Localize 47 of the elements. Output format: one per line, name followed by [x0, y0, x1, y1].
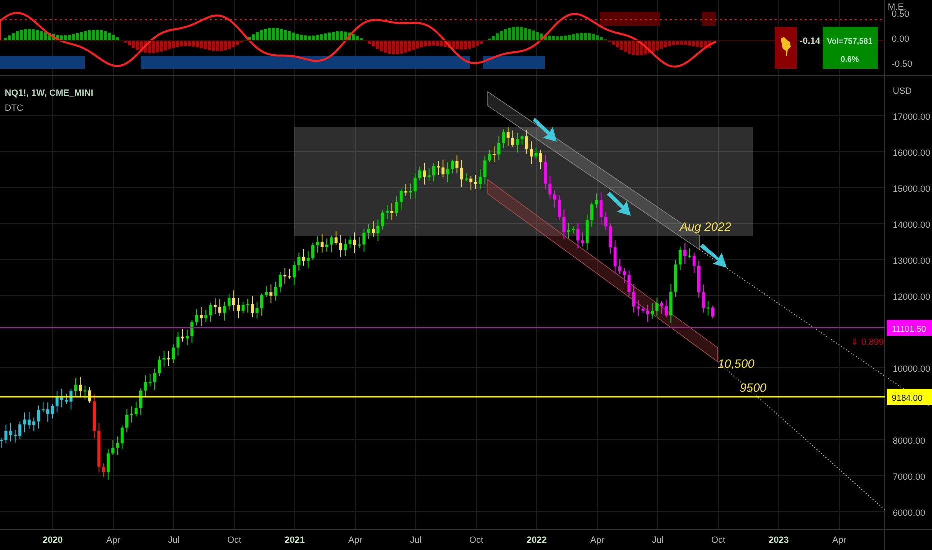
time-tick: Jul — [168, 535, 180, 545]
price-tick: 17000.00 — [893, 112, 931, 122]
price-tick: 13000.00 — [893, 256, 931, 266]
indicator-axis-label: -0.50 — [892, 59, 913, 69]
time-tick: Apr — [590, 535, 604, 545]
time-tick: Apr — [832, 535, 846, 545]
indicator-value: -0.14 — [800, 36, 821, 46]
indicator-axis-label: 0.00 — [892, 34, 910, 44]
level-price-badge — [887, 389, 932, 405]
down-arrow-icon — [700, 244, 727, 268]
annotation-label: 9500 — [740, 381, 767, 395]
change-indicator: ⇓ 0.899 — [850, 337, 884, 347]
time-tick: 2022 — [526, 535, 548, 545]
volume-badge — [823, 27, 878, 69]
indicator-badge — [775, 27, 797, 69]
indicator-axis-label: 0.50 — [892, 9, 910, 19]
price-tick: 16000.00 — [893, 148, 931, 158]
price-tick: 8000.00 — [893, 436, 926, 446]
price-tick: 14000.00 — [893, 220, 931, 230]
level-price-label: 9184.00 — [892, 393, 923, 403]
time-tick: Jul — [410, 535, 422, 545]
time-tick: Oct — [228, 535, 242, 545]
price-tick: 12000.00 — [893, 292, 931, 302]
time-tick: 2023 — [768, 535, 790, 545]
symbol-label: NQ1!, 1W, CME_MINI — [5, 88, 94, 98]
volume-label: Vol=757,581 — [827, 37, 873, 46]
down-arrow-icon — [607, 192, 631, 216]
time-tick: Oct — [712, 535, 726, 545]
change-percent: 0.6% — [840, 55, 860, 64]
currency-label: USD — [893, 86, 912, 96]
time-tick: Jul — [652, 535, 664, 545]
price-tick: 10000.00 — [893, 364, 931, 374]
annotation-label: 10,500 — [718, 357, 755, 371]
indicator-title: M.E. — [888, 2, 907, 12]
time-tick: 2021 — [284, 535, 306, 545]
price-tick: 6000.00 — [893, 508, 926, 518]
annotation-label: Aug 2022 — [680, 220, 732, 234]
time-tick: Oct — [470, 535, 484, 545]
study-label: DTC — [5, 103, 24, 113]
price-tick: 7000.00 — [893, 472, 926, 482]
last-price-label: 11101.50 — [892, 324, 926, 334]
time-tick: Apr — [106, 535, 120, 545]
last-price-badge — [887, 320, 932, 336]
time-tick: Apr — [348, 535, 362, 545]
time-tick: 2020 — [42, 535, 64, 545]
price-tick: 15000.00 — [893, 184, 931, 194]
down-arrow-icon — [533, 118, 557, 142]
